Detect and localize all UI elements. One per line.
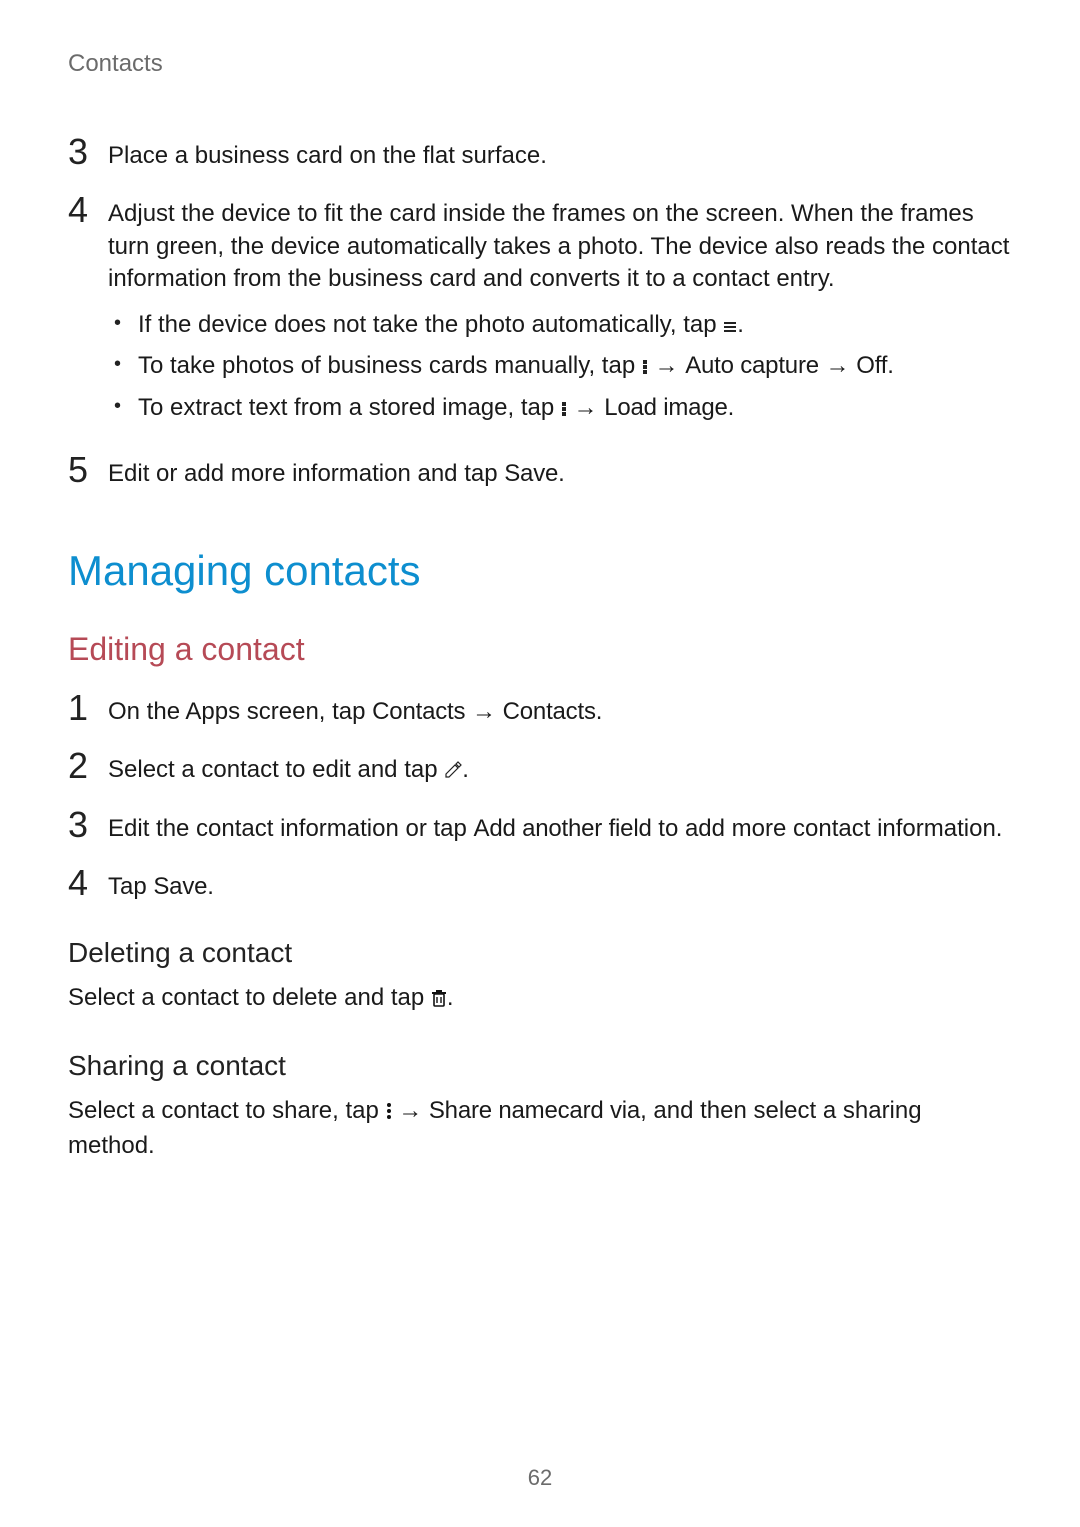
text-fragment: If the device does not take the photo au… xyxy=(138,311,723,338)
bullet-marker: • xyxy=(114,349,138,379)
bullet-text: To take photos of business cards manuall… xyxy=(138,349,894,383)
label-save: Save xyxy=(153,873,207,900)
step-text: Place a business card on the flat surfac… xyxy=(108,134,547,172)
step-number: 3 xyxy=(68,807,108,843)
trash-icon xyxy=(431,989,447,1007)
bullet-marker: • xyxy=(114,391,138,421)
label-add-another-field: Add another field xyxy=(474,815,652,842)
text-fragment: . xyxy=(207,873,214,900)
text-fragment: . xyxy=(447,984,454,1011)
bullet-list: • If the device does not take the photo … xyxy=(108,308,1012,425)
step-4: 4 Adjust the device to fit the card insi… xyxy=(68,192,1012,432)
text-fragment: → xyxy=(465,698,502,725)
bullet-text: To extract text from a stored image, tap… xyxy=(138,391,734,425)
text-fragment: To extract text from a stored image, tap xyxy=(138,394,561,421)
text-fragment: To take photos of business cards manuall… xyxy=(138,352,642,379)
text-fragment: Select a contact to share, tap xyxy=(68,1097,386,1124)
editing-step-1: 1 On the Apps screen, tap Contacts → Con… xyxy=(68,690,1012,728)
text-fragment: Select a contact to edit and tap xyxy=(108,756,444,783)
page-header: Contacts xyxy=(68,50,1012,78)
text-fragment: Edit the contact information or tap xyxy=(108,815,474,842)
menu-bars-icon xyxy=(723,320,737,334)
page-number: 62 xyxy=(0,1465,1080,1491)
label-share-namecard-via: Share namecard via xyxy=(429,1097,640,1124)
text-fragment: Select a contact to delete and tap xyxy=(68,984,431,1011)
deleting-body: Select a contact to delete and tap . xyxy=(68,981,1012,1016)
step-line: Adjust the device to fit the card inside… xyxy=(108,200,1009,292)
step-text: Select a contact to edit and tap . xyxy=(108,748,469,786)
text-fragment: . xyxy=(558,460,565,487)
page: Contacts 3 Place a business card on the … xyxy=(0,0,1080,1527)
editing-step-3: 3 Edit the contact information or tap Ad… xyxy=(68,807,1012,845)
subsection-deleting: Deleting a contact xyxy=(68,937,1012,969)
label-auto-capture: Auto capture xyxy=(685,352,819,379)
label-contacts: Contacts xyxy=(372,698,465,725)
step-number: 1 xyxy=(68,690,108,726)
step-number: 4 xyxy=(68,192,108,228)
edit-pencil-icon xyxy=(444,761,462,779)
text-fragment: Edit or add more information and tap xyxy=(108,460,504,487)
text-fragment: . xyxy=(728,394,735,421)
label-off: Off xyxy=(856,352,887,379)
step-text: Tap Save. xyxy=(108,865,214,903)
step-number: 4 xyxy=(68,865,108,901)
label-save: Save xyxy=(504,460,558,487)
step-text: Adjust the device to fit the card inside… xyxy=(108,192,1012,432)
step-number: 3 xyxy=(68,134,108,170)
text-fragment: → xyxy=(648,352,685,379)
text-fragment: Tap xyxy=(108,873,153,900)
subsection-editing: Editing a contact xyxy=(68,631,1012,668)
text-fragment: → xyxy=(392,1097,429,1124)
step-number: 2 xyxy=(68,748,108,784)
text-fragment: → xyxy=(819,352,856,379)
bullet-item: • To extract text from a stored image, t… xyxy=(108,391,1012,425)
step-5: 5 Edit or add more information and tap S… xyxy=(68,452,1012,490)
step-3: 3 Place a business card on the flat surf… xyxy=(68,134,1012,172)
section-title-managing: Managing contacts xyxy=(68,547,1012,595)
bullet-marker: • xyxy=(114,308,138,338)
label-load-image: Load image xyxy=(604,394,727,421)
text-fragment: . xyxy=(887,352,894,379)
step-text: Edit the contact information or tap Add … xyxy=(108,807,1002,845)
step-text: Edit or add more information and tap Sav… xyxy=(108,452,565,490)
sharing-body: Select a contact to share, tap → Share n… xyxy=(68,1094,1012,1164)
text-fragment: to add more contact information. xyxy=(652,815,1003,842)
bullet-item: • To take photos of business cards manua… xyxy=(108,349,1012,383)
editing-step-2: 2 Select a contact to edit and tap . xyxy=(68,748,1012,786)
editing-step-4: 4 Tap Save. xyxy=(68,865,1012,903)
step-number: 5 xyxy=(68,452,108,488)
text-fragment: On the Apps screen, tap xyxy=(108,698,372,725)
text-fragment: . xyxy=(596,698,603,725)
bullet-text: If the device does not take the photo au… xyxy=(138,308,744,342)
label-contacts: Contacts xyxy=(503,698,596,725)
subsection-sharing: Sharing a contact xyxy=(68,1050,1012,1082)
text-fragment: → xyxy=(567,394,604,421)
text-fragment: . xyxy=(737,311,744,338)
step-text: On the Apps screen, tap Contacts → Conta… xyxy=(108,690,602,728)
text-fragment: . xyxy=(462,756,469,783)
bullet-item: • If the device does not take the photo … xyxy=(108,308,1012,342)
